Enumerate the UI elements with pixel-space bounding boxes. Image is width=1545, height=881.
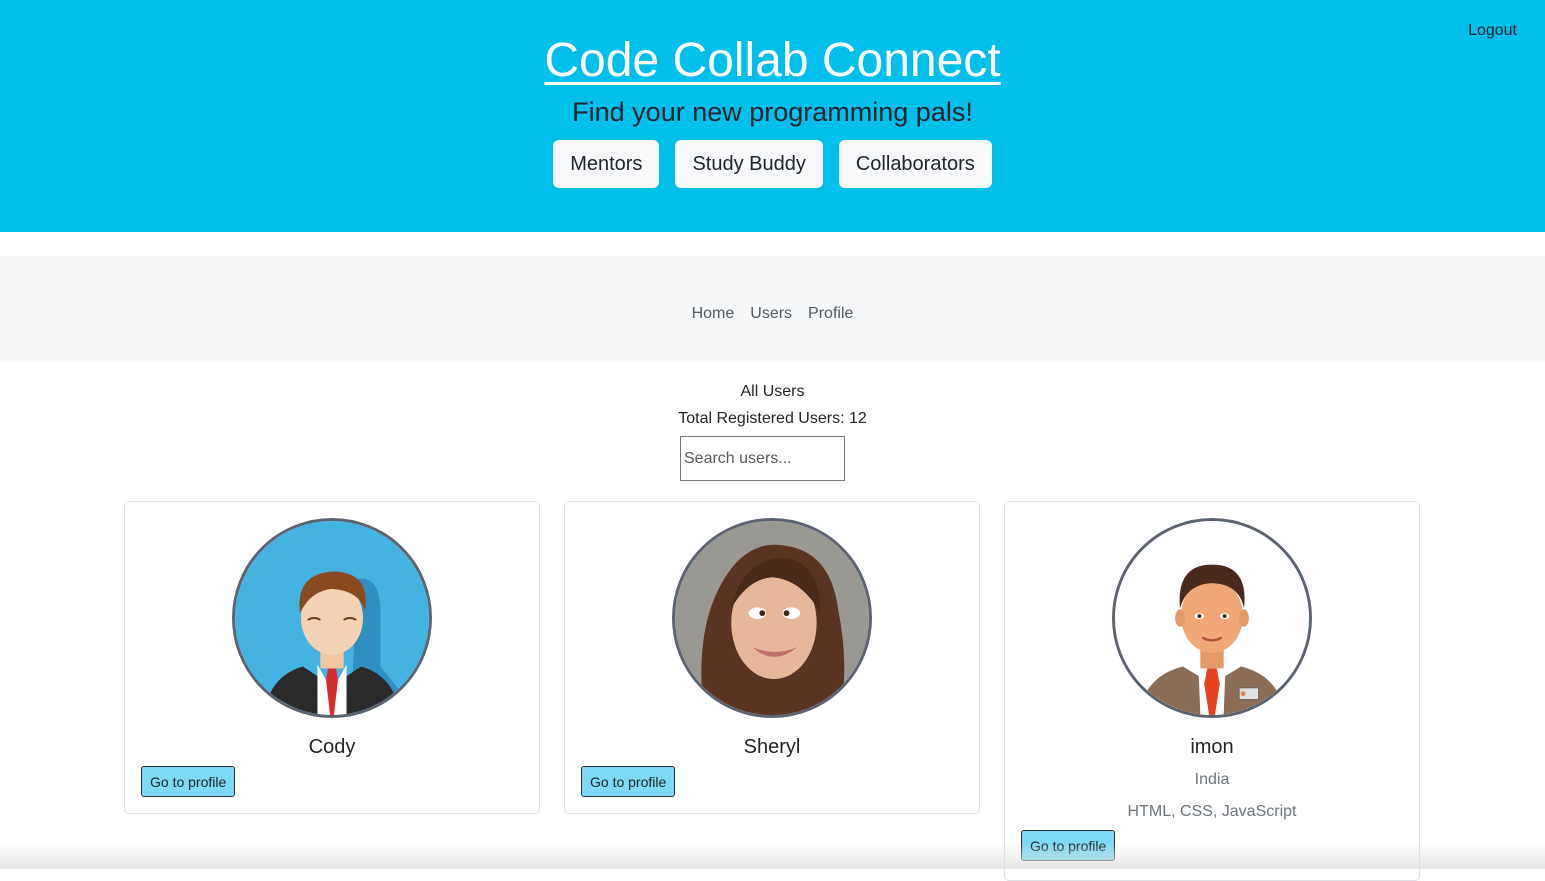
user-name: Cody [308, 736, 356, 758]
site-header: Logout Code Collab Connect Find your new… [0, 0, 1545, 232]
user-skills: HTML, CSS, JavaScript [1127, 803, 1297, 820]
avatar-woman-photo-icon [672, 518, 872, 718]
users-count: Total Registered Users: 12 [678, 410, 867, 427]
go-to-profile-button[interactable]: Go to profile [1021, 830, 1116, 861]
site-tagline: Find your new programming pals! [572, 97, 973, 127]
user-card-sheryl: Sheryl Go to profile [564, 501, 980, 814]
navbar: Home Users Profile [0, 256, 1545, 362]
search-input[interactable] [680, 436, 845, 481]
user-location: India [1194, 771, 1230, 788]
collaborators-button[interactable]: Collaborators [838, 140, 992, 188]
study-buddy-button[interactable]: Study Buddy [675, 140, 823, 188]
user-card-imon: imon India HTML, CSS, JavaScript Go to p… [1004, 501, 1420, 881]
go-to-profile-button[interactable]: Go to profile [581, 766, 676, 797]
nav-links: Home Users Profile [0, 304, 1545, 324]
user-name: Sheryl [743, 736, 801, 758]
nav-link-profile[interactable]: Profile [808, 304, 853, 324]
mentors-button[interactable]: Mentors [553, 140, 660, 188]
category-buttons: Mentors Study Buddy Collaborators [0, 140, 1545, 188]
site-title[interactable]: Code Collab Connect [0, 33, 1545, 89]
users-heading: All Users [740, 383, 805, 400]
avatar-cartoon-businessman-icon [232, 518, 432, 718]
go-to-profile-button[interactable]: Go to profile [141, 766, 236, 797]
nav-link-users[interactable]: Users [750, 304, 792, 324]
user-name: imon [1190, 736, 1234, 758]
user-card-cody: Cody Go to profile [124, 501, 540, 814]
nav-link-home[interactable]: Home [692, 304, 735, 324]
avatar-cartoon-man-red-tie-icon [1112, 518, 1312, 718]
